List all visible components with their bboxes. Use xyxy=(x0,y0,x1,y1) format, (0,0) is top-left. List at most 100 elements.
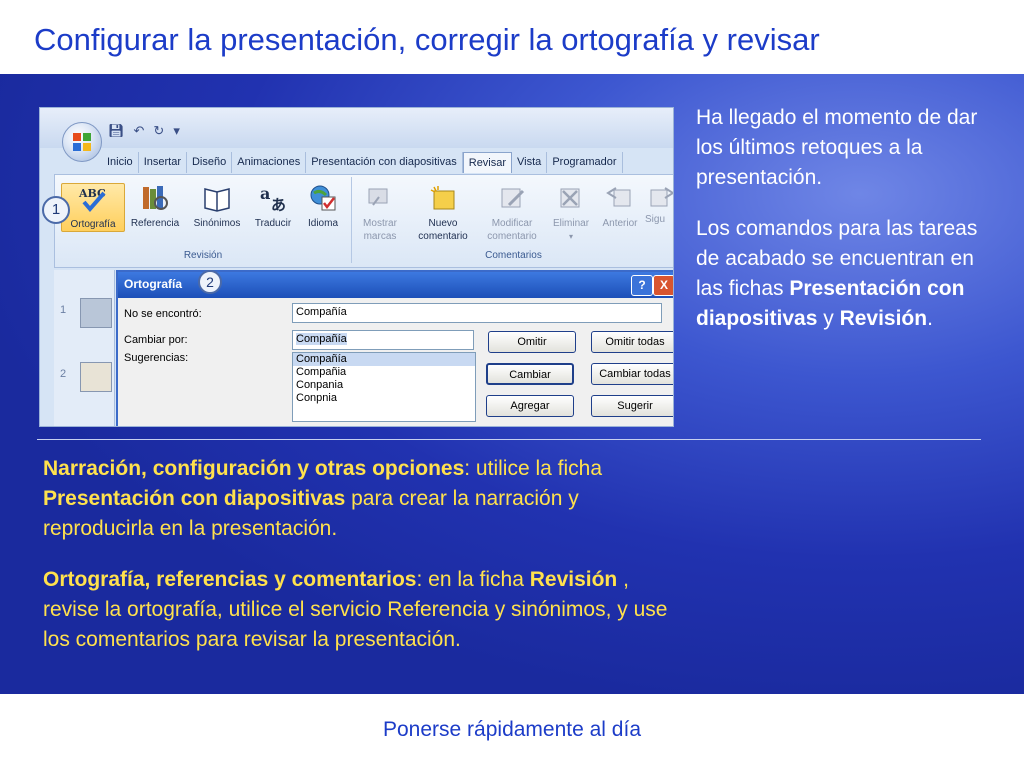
edit-comment-icon xyxy=(495,183,529,213)
revision-group: ABC Ortografía Referencia Sinónimos aあ T… xyxy=(55,177,352,263)
not-found-field[interactable]: Compañía xyxy=(292,303,662,323)
suggest-button[interactable]: Sugerir xyxy=(591,395,673,417)
close-button[interactable]: X xyxy=(653,275,673,296)
next-comment-button[interactable]: Sigu xyxy=(645,183,673,226)
language-label: Idioma xyxy=(307,218,338,229)
change-to-field[interactable]: Compañía xyxy=(292,330,474,350)
review-tab-ref: Revisión xyxy=(529,568,618,591)
books-icon xyxy=(138,183,172,213)
suggestion-item[interactable]: Compañía xyxy=(293,353,475,366)
ribbon-tabs: Inicio Insertar Diseño Animaciones Presentac… xyxy=(102,152,623,173)
ribbon-tab-animaciones[interactable]: Animaciones xyxy=(232,152,307,173)
ribbon-tab-programador[interactable]: Programador xyxy=(547,152,623,173)
period-text: . xyxy=(927,307,933,330)
book-icon xyxy=(200,183,234,213)
spelling-button[interactable]: ABC Ortografía xyxy=(61,183,125,232)
language-button[interactable]: Idioma xyxy=(299,183,347,230)
globe-check-icon xyxy=(306,183,340,213)
ribbon-tab-revisar[interactable]: Revisar xyxy=(462,152,513,173)
suggestion-item[interactable]: Conpnia xyxy=(293,392,475,405)
edit-comment-button[interactable]: Modificar comentario xyxy=(479,183,545,243)
svg-text:a: a xyxy=(260,184,270,203)
translate-button[interactable]: aあ Traducir xyxy=(247,183,299,230)
add-button[interactable]: Agregar xyxy=(486,395,574,417)
next-comment-label: Sigu xyxy=(645,214,666,225)
suggestion-item[interactable]: Compañia xyxy=(293,366,475,379)
comments-group-label: Comentarios xyxy=(485,250,542,261)
show-markup-icon xyxy=(363,183,397,213)
commands-paragraph: Los comandos para las tareas de acabado … xyxy=(696,214,996,334)
dialog-title: Ortografía xyxy=(124,277,183,291)
quick-access-toolbar: 💾︎ ↶ ↻ ▾ xyxy=(40,108,673,148)
new-comment-button[interactable]: Nuevo comentario xyxy=(411,183,475,243)
new-comment-label-2: comentario xyxy=(418,231,468,242)
callout-1: 1 xyxy=(42,196,70,224)
office-button[interactable] xyxy=(62,122,102,162)
ignore-all-button[interactable]: Omitir todas xyxy=(591,331,673,353)
intro-paragraph: Ha llegado el momento de dar los últimos… xyxy=(696,106,978,189)
spelling-label: Ortografía xyxy=(70,219,116,230)
ignore-button[interactable]: Omitir xyxy=(488,331,576,353)
review-tab-ref: Revisión xyxy=(839,307,928,330)
change-button[interactable]: Cambiar xyxy=(486,363,574,385)
edit-comment-label-1: Modificar xyxy=(491,218,533,229)
slide-thumb-number: 1 xyxy=(60,304,67,316)
footer-text: Ponerse rápidamente al día xyxy=(383,718,641,741)
qat-dropdown-icon[interactable]: ▾ xyxy=(173,123,180,139)
undo-icon[interactable]: ↶ xyxy=(134,123,145,139)
ribbon-tab-presentación-con-diapositivas[interactable]: Presentación con diapositivas xyxy=(306,152,463,173)
slide-title: Configurar la presentación, corregir la … xyxy=(34,22,820,57)
powerpoint-screenshot: 💾︎ ↶ ↻ ▾ Inicio Insertar Diseño Animaciones… xyxy=(39,107,674,427)
next-arrow-icon xyxy=(645,183,673,213)
ribbon-tab-insertar[interactable]: Insertar xyxy=(139,152,187,173)
save-icon[interactable]: 💾︎ xyxy=(108,123,125,139)
ribbon: ABC Ortografía Referencia Sinónimos aあ T… xyxy=(54,174,673,268)
change-to-value: Compañía xyxy=(296,333,347,345)
show-markup-label-2: marcas xyxy=(363,231,397,242)
slide-thumb-number: 2 xyxy=(60,368,67,380)
abc-check-icon: ABC xyxy=(76,184,110,214)
office-logo-icon xyxy=(73,133,91,151)
spelling-heading: Ortografía, referencias y comentarios xyxy=(43,568,417,591)
not-found-label: No se encontró: xyxy=(124,308,202,320)
divider-line xyxy=(37,439,981,440)
conjunction-text: y xyxy=(817,307,840,330)
suggestions-label: Sugerencias: xyxy=(124,352,189,364)
callout-2: 2 xyxy=(198,270,222,294)
change-all-button[interactable]: Cambiar todas xyxy=(591,363,673,385)
narration-paragraph: Narración, configuración y otras opcione… xyxy=(43,454,683,544)
translate-label: Traducir xyxy=(254,218,292,229)
research-button[interactable]: Referencia xyxy=(125,183,185,230)
delete-comment-label: Eliminar xyxy=(552,218,590,229)
edit-comment-label-2: comentario xyxy=(487,231,537,242)
previous-comment-label: Anterior xyxy=(602,218,638,229)
ribbon-tab-vista[interactable]: Vista xyxy=(512,152,548,173)
redo-icon[interactable]: ↻ xyxy=(153,123,164,139)
translate-icon: aあ xyxy=(256,183,290,213)
new-comment-label-1: Nuevo xyxy=(428,218,458,229)
revision-group-label: Revisión xyxy=(183,250,223,261)
thesaurus-label: Sinónimos xyxy=(193,218,241,229)
ribbon-tab-inicio[interactable]: Inicio xyxy=(102,152,139,173)
spelling-dialog: Ortografía ? X 2 No se encontró: Compañí… xyxy=(116,270,673,426)
thesaurus-button[interactable]: Sinónimos xyxy=(187,183,247,230)
change-to-label: Cambiar por: xyxy=(124,334,188,346)
ribbon-tab-diseño[interactable]: Diseño xyxy=(187,152,233,173)
delete-comment-button[interactable]: Eliminar ▾ xyxy=(547,183,595,243)
previous-comment-button[interactable]: Anterior xyxy=(595,183,645,230)
slides-pane: 1 2 xyxy=(54,270,115,426)
suggestions-list[interactable]: Compañía Compañia Conpania Conpnia xyxy=(292,352,476,422)
slide-thumbnail[interactable] xyxy=(80,298,112,328)
show-markup-button[interactable]: Mostrar marcas xyxy=(355,183,405,243)
slide-thumbnail[interactable] xyxy=(80,362,112,392)
help-button[interactable]: ? xyxy=(631,275,653,296)
delete-comment-icon xyxy=(554,183,588,213)
research-label: Referencia xyxy=(130,218,180,229)
spelling-paragraph: Ortografía, referencias y comentarios: e… xyxy=(43,565,683,655)
right-panel-text: Ha llegado el momento de dar los últimos… xyxy=(696,103,996,355)
spelling-text-1: : en la ficha xyxy=(416,568,530,591)
new-comment-icon xyxy=(426,183,460,213)
svg-text:あ: あ xyxy=(271,196,286,213)
show-markup-label-1: Mostrar xyxy=(363,218,397,229)
suggestion-item[interactable]: Conpania xyxy=(293,379,475,392)
